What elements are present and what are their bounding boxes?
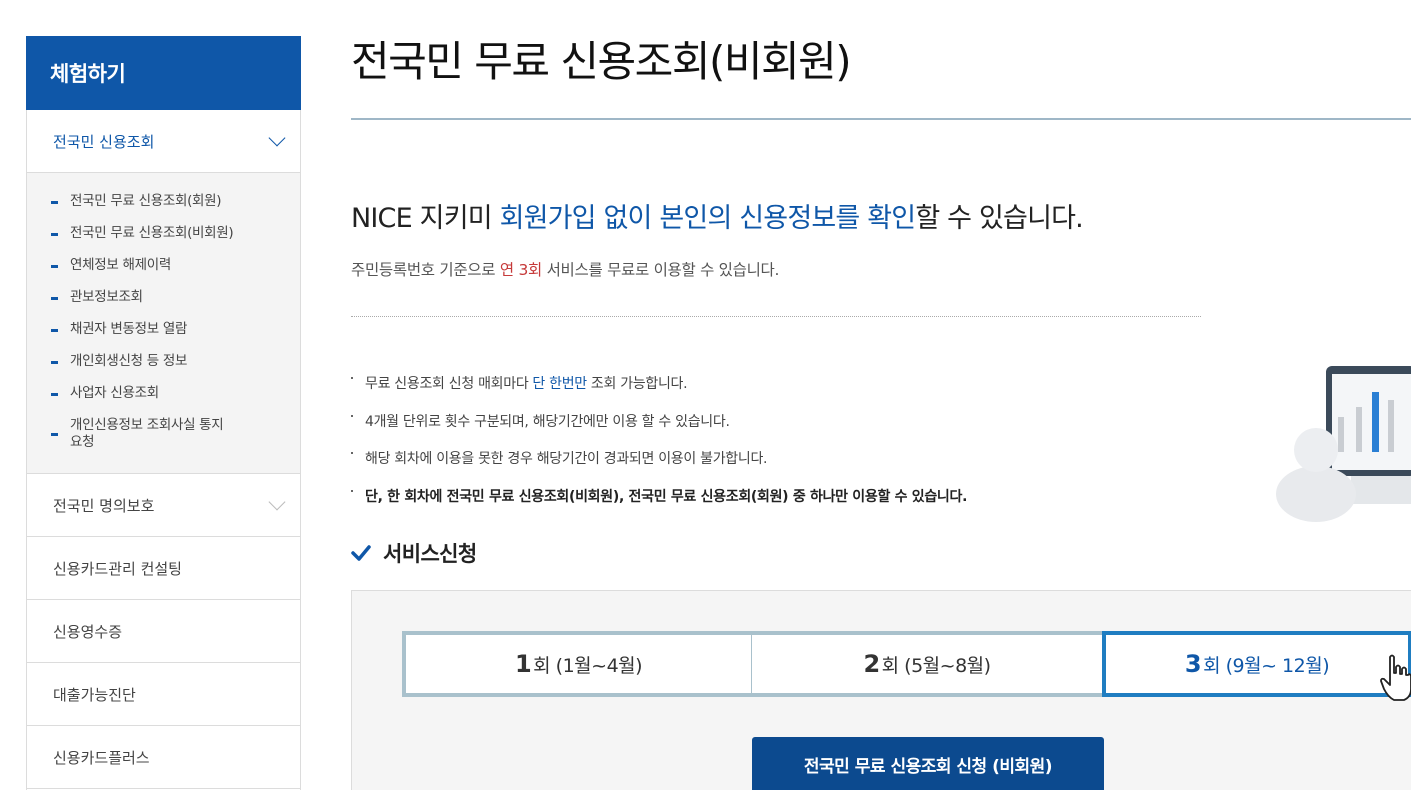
- note-text: 무료 신용조회 신청 매회마다: [365, 376, 529, 392]
- sidebar-item-label: 신용카드플러스: [53, 748, 150, 767]
- sidebar-item-label: 신용카드관리 컨설팅: [53, 559, 182, 578]
- note-item: 단, 한 회차에 전국민 무료 신용조회(비회원), 전국민 무료 신용조회(회…: [351, 486, 967, 524]
- sidebar-item-credit-check[interactable]: 전국민 신용조회: [27, 110, 300, 173]
- round-number: 1: [514, 650, 532, 678]
- user-monitor-illustration: [1276, 366, 1411, 522]
- sidebar-item-label: 대출가능진단: [53, 685, 136, 704]
- bullet-icon: [351, 414, 353, 417]
- section-title-label: 서비스신청: [383, 542, 477, 566]
- dash-icon: [51, 433, 58, 436]
- bullet-icon: [351, 377, 353, 379]
- dash-icon: [51, 265, 58, 268]
- round-unit: 회: [1203, 654, 1221, 677]
- notes-list: 무료 신용조회 신청 매회마다 단 한번만 조회 가능합니다. 4개월 단위로 횟수…: [351, 373, 967, 523]
- sidebar: 체험하기 전국민 신용조회 전국민 무료 신용조회(회원) 전국민 무료 신용조…: [26, 36, 301, 790]
- round-period: (9월~ 12월): [1225, 654, 1330, 677]
- hand-cursor-icon: [1380, 654, 1411, 701]
- chevron-down-icon: [268, 493, 286, 511]
- sidebar-item-label: 전국민 명의보호: [53, 496, 155, 515]
- subtext-text: 주민등록번호 기준으로: [351, 261, 500, 279]
- subtext: 주민등록번호 기준으로 연 3회 서비스를 무료로 이용할 수 있습니다.: [351, 258, 779, 280]
- sidebar-item-credit-receipt[interactable]: 신용영수증: [27, 600, 300, 663]
- sidebar-item-loan-diagnosis[interactable]: 대출가능진단: [27, 663, 300, 726]
- sidebar-item-card-consulting[interactable]: 신용카드관리 컨설팅: [27, 537, 300, 600]
- round-period: (5월~8월): [904, 654, 991, 677]
- dash-icon: [51, 329, 58, 332]
- submenu-item[interactable]: 관보정보조회: [51, 289, 300, 306]
- check-icon: [351, 545, 371, 561]
- subtext-text-end: 서비스를 무료로 이용할 수 있습니다.: [541, 261, 780, 279]
- note-text: 해당 회차에 이용을 못한 경우 해당기간이 경과되면 이용이 불가합니다.: [365, 451, 768, 467]
- submenu-item-label: 전국민 무료 신용조회(비회원): [70, 225, 234, 241]
- submenu-item[interactable]: 전국민 무료 신용조회(비회원): [51, 225, 300, 242]
- round-1-option[interactable]: 1회 (1월~4월): [406, 635, 752, 693]
- dash-icon: [51, 297, 58, 300]
- sidebar-item-label: 전국민 신용조회: [53, 132, 155, 151]
- apply-button[interactable]: 전국민 무료 신용조회 신청 (비회원): [752, 737, 1104, 790]
- sidebar-item-label: 신용영수증: [53, 622, 123, 641]
- submenu-item-label: 전국민 무료 신용조회(회원): [70, 193, 222, 209]
- submenu-item[interactable]: 사업자 신용조회: [51, 385, 300, 402]
- dash-icon: [51, 201, 58, 204]
- title-divider: [351, 118, 1411, 120]
- submenu-item[interactable]: 개인회생신청 등 정보: [51, 353, 300, 370]
- dash-icon: [51, 393, 58, 396]
- headline-highlight: 회원가입 없이 본인의 신용정보를 확인: [499, 203, 917, 234]
- bullet-icon: [351, 452, 353, 454]
- subtext-highlight: 연 3회: [499, 261, 542, 279]
- note-item: 무료 신용조회 신청 매회마다 단 한번만 조회 가능합니다.: [351, 373, 967, 411]
- submenu-item[interactable]: 채권자 변동정보 열람: [51, 321, 300, 338]
- note-item: 해당 회차에 이용을 못한 경우 해당기간이 경과되면 이용이 불가합니다.: [351, 448, 967, 486]
- submenu-item-label: 개인회생신청 등 정보: [70, 353, 188, 369]
- headline-text: NICE 지키미: [351, 203, 500, 234]
- sidebar-header: 체험하기: [26, 36, 301, 110]
- headline: NICE 지키미 회원가입 없이 본인의 신용정보를 확인할 수 있습니다.: [351, 196, 1084, 235]
- service-panel: 1회 (1월~4월) 2회 (5월~8월) 3회 (9월~ 12월) 전국민 무…: [351, 590, 1411, 790]
- submenu-item-label: 사업자 신용조회: [70, 385, 159, 401]
- round-period: (1월~4월): [555, 654, 643, 677]
- submenu-item-label: 개인신용정보 조회사실 통지요청: [70, 417, 224, 450]
- submenu-item[interactable]: 연체정보 해제이력: [51, 257, 300, 274]
- round-unit: 회: [881, 654, 899, 677]
- submenu-item-label: 채권자 변동정보 열람: [70, 321, 188, 337]
- round-number: 2: [863, 650, 880, 678]
- section-title: 서비스신청: [351, 538, 477, 568]
- note-text: 4개월 단위로 횟수 구분되며, 해당기간에만 이용 할 수 있습니다.: [365, 413, 730, 430]
- submenu-item[interactable]: 전국민 무료 신용조회(회원): [51, 193, 300, 210]
- note-text: 단, 한 회차에 전국민 무료 신용조회(비회원), 전국민 무료 신용조회(회…: [365, 488, 968, 505]
- headline-text-end: 할 수 있습니다.: [915, 203, 1083, 234]
- submenu: 전국민 무료 신용조회(회원) 전국민 무료 신용조회(비회원) 연체정보 해제…: [27, 173, 300, 474]
- submenu-item[interactable]: 개인신용정보 조회사실 통지요청: [51, 417, 300, 451]
- sidebar-item-identity-protection[interactable]: 전국민 명의보호: [27, 474, 300, 537]
- bullet-icon: [351, 489, 353, 492]
- round-unit: 회: [533, 654, 551, 677]
- round-selector: 1회 (1월~4월) 2회 (5월~8월) 3회 (9월~ 12월): [402, 631, 1411, 701]
- submenu-item-label: 관보정보조회: [70, 289, 143, 305]
- round-3-option[interactable]: 3회 (9월~ 12월): [1102, 631, 1411, 701]
- submenu-item-label: 연체정보 해제이력: [70, 257, 171, 273]
- chevron-up-icon: [268, 129, 286, 147]
- dash-icon: [51, 233, 58, 236]
- dash-icon: [51, 361, 58, 364]
- sidebar-item-card-plus[interactable]: 신용카드플러스: [27, 726, 300, 789]
- note-text-end: 조회 가능합니다.: [590, 376, 688, 392]
- round-number: 3: [1184, 650, 1202, 678]
- main-content: 전국민 무료 신용조회(비회원) NICE 지키미 회원가입 없이 본인의 신용…: [351, 0, 1411, 790]
- dotted-divider: [351, 316, 1201, 317]
- round-2-option[interactable]: 2회 (5월~8월): [752, 635, 1102, 693]
- note-highlight: 단 한번만: [532, 376, 587, 392]
- note-item: 4개월 단위로 횟수 구분되며, 해당기간에만 이용 할 수 있습니다.: [351, 411, 967, 449]
- page-title: 전국민 무료 신용조회(비회원): [351, 37, 852, 86]
